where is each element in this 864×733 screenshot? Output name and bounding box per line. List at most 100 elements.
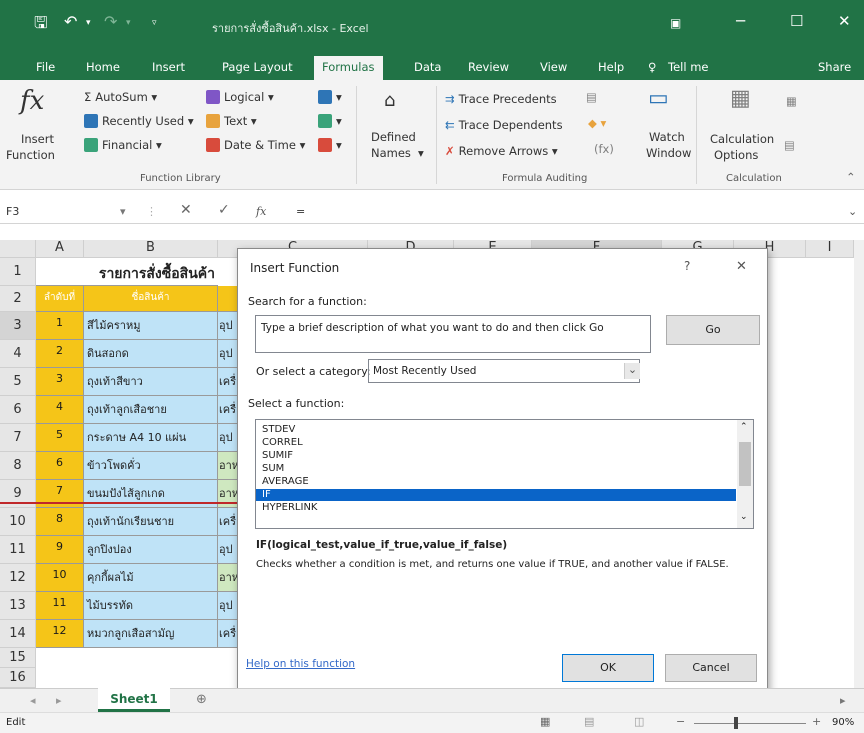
more-functions-button[interactable]: ▾ (318, 138, 342, 152)
close-icon[interactable]: ✕ (736, 259, 747, 274)
save-icon[interactable]: 🖫 (34, 12, 48, 39)
item-name-cell[interactable]: ถุงเท้านักเรียนชาย (84, 508, 218, 536)
scroll-right-icon[interactable]: ▸ (840, 694, 846, 707)
formula-input[interactable]: = (296, 205, 305, 218)
item-category-cell[interactable]: เครื่ (218, 396, 238, 424)
row-header[interactable]: 1 (0, 258, 36, 286)
item-category-cell[interactable]: อุป (218, 592, 238, 620)
help-on-function-link[interactable]: Help on this function (246, 658, 355, 670)
item-number-cell[interactable]: 2 (36, 340, 84, 368)
item-category-cell[interactable]: อาห (218, 564, 238, 592)
text-button[interactable]: Text ▾ (206, 114, 257, 128)
collapse-ribbon-icon[interactable]: ⌃ (846, 170, 856, 184)
expand-formula-bar-icon[interactable]: ⌄ (848, 205, 857, 218)
item-category-cell[interactable]: อุป (218, 340, 238, 368)
category-select[interactable]: Most Recently Used (368, 359, 640, 383)
item-number-cell[interactable]: 8 (36, 508, 84, 536)
item-category-cell[interactable]: อาห (218, 452, 238, 480)
tell-me-search[interactable]: Tell me (668, 60, 708, 74)
scroll-thumb[interactable] (739, 442, 751, 486)
zoom-out-button[interactable]: − (676, 715, 685, 728)
item-category-cell[interactable]: เครื่ (218, 368, 238, 396)
tab-view[interactable]: View (540, 60, 567, 74)
logical-button[interactable]: Logical ▾ (206, 90, 274, 104)
maximize-icon[interactable]: ☐ (790, 12, 803, 30)
tab-help[interactable]: Help (598, 60, 624, 74)
row-header[interactable]: 15 (0, 648, 36, 668)
cancel-entry-icon[interactable]: ✕ (180, 202, 192, 218)
row-header[interactable]: 7 (0, 424, 36, 452)
item-number-cell[interactable]: 5 (36, 424, 84, 452)
function-list-item[interactable]: CORREL (262, 437, 303, 449)
calculate-sheet-icon[interactable]: ▤ (784, 138, 795, 152)
function-listbox[interactable]: STDEV CORREL SUMIF SUM AVERAGE IF HYPERL… (255, 419, 754, 529)
function-list-item-selected[interactable]: IF (256, 489, 736, 501)
page-layout-view-icon[interactable]: ▤ (584, 715, 594, 728)
sheet-tab[interactable]: Sheet1 (98, 688, 170, 712)
item-category-cell[interactable]: เครื่ (218, 620, 238, 648)
item-number-cell[interactable]: 4 (36, 396, 84, 424)
function-list-item[interactable]: SUM (262, 463, 284, 475)
prev-sheet-icon[interactable]: ◂ (30, 694, 36, 707)
cancel-button[interactable]: Cancel (665, 654, 757, 682)
dropdown-icon[interactable]: ▾ (86, 18, 91, 28)
remove-arrows-button[interactable]: ✗ Remove Arrows ▾ (445, 144, 558, 158)
function-search-input[interactable]: Type a brief description of what you wan… (255, 315, 651, 353)
financial-button[interactable]: Financial ▾ (84, 138, 162, 152)
undo-icon[interactable]: ↶ (64, 12, 77, 31)
column-header[interactable]: A (36, 240, 84, 258)
math-trig-button[interactable]: ▾ (318, 114, 342, 128)
item-name-cell[interactable]: ไม้บรรทัด (84, 592, 218, 620)
item-name-cell[interactable]: ถุงเท้าลูกเสือชาย (84, 396, 218, 424)
item-number-cell[interactable]: 1 (36, 312, 84, 340)
item-category-cell[interactable]: เครื่ (218, 508, 238, 536)
item-number-cell[interactable]: 9 (36, 536, 84, 564)
fx-icon[interactable]: fx (256, 205, 266, 218)
zoom-in-button[interactable]: + (812, 715, 821, 728)
row-header[interactable]: 13 (0, 592, 36, 620)
autosum-button[interactable]: Σ AutoSum ▾ (84, 90, 157, 104)
tab-formulas[interactable]: Formulas (314, 56, 383, 80)
show-formulas-icon[interactable]: ▤ (586, 90, 597, 104)
column-header[interactable]: I (806, 240, 854, 258)
customize-qat-icon[interactable]: ▿ (152, 18, 157, 28)
scroll-up-icon[interactable]: ⌃ (740, 422, 748, 432)
item-number-cell[interactable]: 10 (36, 564, 84, 592)
tab-data[interactable]: Data (414, 60, 441, 74)
tab-home[interactable]: Home (86, 60, 120, 74)
header-cell[interactable]: ลำดับที่ (36, 286, 84, 312)
function-list-item[interactable]: STDEV (262, 424, 295, 436)
chevron-down-icon[interactable]: ⌄ (624, 363, 640, 379)
trace-precedents-button[interactable]: ⇉ Trace Precedents (445, 92, 557, 106)
error-checking-icon[interactable]: ◆ ▾ (588, 116, 606, 130)
lookup-reference-button[interactable]: ▾ (318, 90, 342, 104)
calculate-now-icon[interactable]: ▦ (786, 94, 797, 108)
row-header[interactable]: 10 (0, 508, 36, 536)
add-sheet-icon[interactable]: ⊕ (196, 692, 207, 707)
trace-dependents-button[interactable]: ⇇ Trace Dependents (445, 118, 563, 132)
function-list-item[interactable]: SUMIF (262, 450, 293, 462)
item-name-cell[interactable]: สีไม้คราหมู (84, 312, 218, 340)
evaluate-formula-icon[interactable]: (fx) (594, 142, 614, 156)
zoom-level[interactable]: 90% (832, 717, 854, 728)
date-time-button[interactable]: Date & Time ▾ (206, 138, 305, 152)
tab-page-layout[interactable]: Page Layout (222, 60, 293, 74)
item-category-cell[interactable]: อุป (218, 536, 238, 564)
ribbon-display-icon[interactable]: ▣ (670, 16, 681, 30)
row-header[interactable]: 16 (0, 668, 36, 688)
item-name-cell[interactable]: ดินสอกด (84, 340, 218, 368)
share-button[interactable]: Share (818, 60, 851, 74)
row-header[interactable]: 11 (0, 536, 36, 564)
row-header[interactable]: 8 (0, 452, 36, 480)
name-box[interactable]: F3 (6, 205, 19, 218)
item-category-cell[interactable]: อุป (218, 312, 238, 340)
tab-insert[interactable]: Insert (152, 60, 185, 74)
item-number-cell[interactable]: 12 (36, 620, 84, 648)
go-button[interactable]: Go (666, 315, 760, 345)
page-break-view-icon[interactable]: ◫ (634, 715, 644, 728)
vertical-scrollbar[interactable] (854, 240, 864, 688)
next-sheet-icon[interactable]: ▸ (56, 694, 62, 707)
item-name-cell[interactable]: คุกกี้ผลไม้ (84, 564, 218, 592)
row-header[interactable]: 5 (0, 368, 36, 396)
ok-button[interactable]: OK (562, 654, 654, 682)
